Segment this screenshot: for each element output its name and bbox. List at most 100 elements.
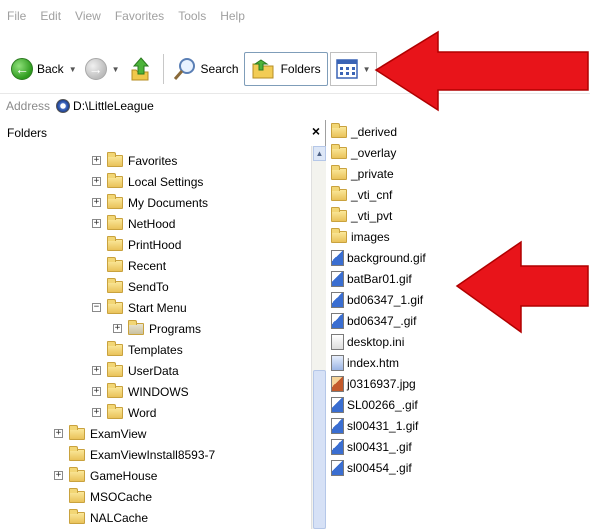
tree-item-nalcache[interactable]: NALCache — [54, 507, 148, 528]
scroll-thumb[interactable] — [313, 370, 326, 529]
file-name: sl00431_.gif — [347, 439, 412, 454]
tree-item-local-settings[interactable]: + Local Settings — [92, 171, 203, 192]
file-item[interactable]: sl00431_1.gif — [329, 415, 418, 436]
expand-icon[interactable]: + — [92, 177, 101, 186]
folder-icon — [69, 466, 85, 482]
file-item[interactable]: _vti_cnf — [329, 184, 392, 205]
file-name: _vti_cnf — [351, 187, 393, 202]
file-item[interactable]: batBar01.gif — [329, 268, 412, 289]
expand-icon[interactable]: + — [92, 408, 101, 417]
menu-file[interactable]: File — [7, 9, 26, 23]
file-item[interactable]: desktop.ini — [329, 331, 404, 352]
settings-file-icon — [331, 333, 344, 350]
folder-icon — [107, 340, 123, 356]
tree-item-label: Start Menu — [128, 300, 187, 315]
file-name: background.gif — [347, 250, 426, 265]
file-item[interactable]: index.htm — [329, 352, 399, 373]
expand-icon[interactable]: + — [92, 366, 101, 375]
expand-icon[interactable]: + — [92, 156, 101, 165]
address-field[interactable]: D:\LittleLeague — [56, 96, 154, 116]
tree-item-examview[interactable]: + ExamView — [54, 423, 146, 444]
folder-icon — [107, 382, 123, 398]
tree-item-sendto[interactable]: SendTo — [92, 276, 169, 297]
tree-item-start-menu[interactable]: − Start Menu — [92, 297, 187, 318]
file-name: _private — [351, 166, 394, 181]
tree-item-favorites[interactable]: + Favorites — [92, 150, 177, 171]
toolbar-separator — [162, 54, 164, 84]
menu-help[interactable]: Help — [220, 9, 245, 23]
back-arrow-icon: ← — [11, 58, 33, 80]
forward-dropdown-icon[interactable]: ▼ — [112, 65, 120, 74]
file-name: sl00431_1.gif — [347, 418, 419, 433]
file-item[interactable]: bd06347_1.gif — [329, 289, 423, 310]
menu-view[interactable]: View — [75, 9, 101, 23]
expand-icon[interactable]: + — [54, 471, 63, 480]
back-dropdown-icon[interactable]: ▼ — [69, 65, 77, 74]
expand-icon[interactable]: + — [92, 387, 101, 396]
folder-tree: + Favorites + Local Settings + My Documents… — [0, 146, 310, 529]
file-item[interactable]: j0316937.jpg — [329, 373, 416, 394]
menu-bar: File Edit View Favorites Tools Help — [0, 0, 590, 31]
forward-button[interactable]: → ▼ — [82, 53, 123, 85]
folder-icon — [69, 508, 85, 524]
tree-item-nethood[interactable]: + NetHood — [92, 213, 175, 234]
annotation-arrow-icon — [374, 30, 589, 112]
file-item[interactable]: _vti_pvt — [329, 205, 392, 226]
tree-item-templates[interactable]: Templates — [92, 339, 183, 360]
collapse-icon[interactable]: − — [92, 303, 101, 312]
gif-file-icon — [331, 312, 344, 329]
folder-icon — [107, 214, 123, 230]
back-button[interactable]: ← Back ▼ — [8, 53, 80, 85]
tree-item-label: Word — [128, 405, 157, 420]
file-item[interactable]: _derived — [329, 121, 397, 142]
views-dropdown-icon: ▼ — [362, 64, 371, 74]
scroll-up-icon[interactable]: ▲ — [313, 146, 326, 161]
file-item[interactable]: bd06347_.gif — [329, 310, 416, 331]
expand-icon[interactable]: + — [92, 219, 101, 228]
tree-item-msocache[interactable]: MSOCache — [54, 486, 152, 507]
folders-label: Folders — [280, 62, 321, 76]
up-folder-button[interactable] — [125, 53, 155, 85]
tree-item-examviewinstall[interactable]: ExamViewInstall8593-7 — [54, 444, 215, 465]
tree-item-my-documents[interactable]: + My Documents — [92, 192, 208, 213]
file-item[interactable]: images — [329, 226, 390, 247]
tree-item-userdata[interactable]: + UserData — [92, 360, 179, 381]
file-name: images — [351, 229, 390, 244]
tree-item-programs[interactable]: + Programs — [113, 318, 201, 339]
tree-item-windows[interactable]: + WINDOWS — [92, 381, 189, 402]
search-label: Search — [200, 62, 239, 76]
expand-icon[interactable]: + — [113, 324, 122, 333]
close-pane-button[interactable]: × — [312, 123, 320, 139]
folder-icon — [331, 185, 347, 201]
file-item[interactable]: sl00454_.gif — [329, 457, 412, 478]
search-button[interactable]: Search — [170, 53, 242, 85]
menu-tools[interactable]: Tools — [178, 9, 206, 23]
tree-item-label: My Documents — [128, 195, 209, 210]
file-item[interactable]: _overlay — [329, 142, 396, 163]
tree-item-printhood[interactable]: PrintHood — [92, 234, 181, 255]
tree-item-gamehouse[interactable]: + GameHouse — [54, 465, 157, 486]
expand-icon[interactable]: + — [92, 198, 101, 207]
menu-edit[interactable]: Edit — [40, 9, 61, 23]
up-folder-icon — [131, 57, 149, 81]
folders-button[interactable]: Folders — [243, 52, 328, 86]
gif-file-icon — [331, 249, 344, 266]
folder-icon — [69, 424, 85, 440]
folder-icon — [107, 151, 123, 167]
file-item[interactable]: SL00266_.gif — [329, 394, 418, 415]
file-name: _vti_pvt — [351, 208, 393, 223]
views-button[interactable]: ▼ — [329, 52, 377, 86]
menu-favorites[interactable]: Favorites — [115, 9, 164, 23]
file-item[interactable]: background.gif — [329, 247, 426, 268]
file-item[interactable]: sl00431_.gif — [329, 436, 412, 457]
folder-icon — [107, 298, 123, 314]
folder-icon — [331, 143, 347, 159]
tree-scrollbar[interactable]: ▲ — [311, 146, 326, 529]
expand-icon[interactable]: + — [54, 429, 63, 438]
file-item[interactable]: _private — [329, 163, 394, 184]
drive-icon — [56, 98, 71, 113]
tree-item-word[interactable]: + Word — [92, 402, 156, 423]
tree-item-label: ExamViewInstall8593-7 — [90, 447, 216, 462]
folder-icon — [69, 445, 85, 461]
tree-item-recent[interactable]: Recent — [92, 255, 166, 276]
